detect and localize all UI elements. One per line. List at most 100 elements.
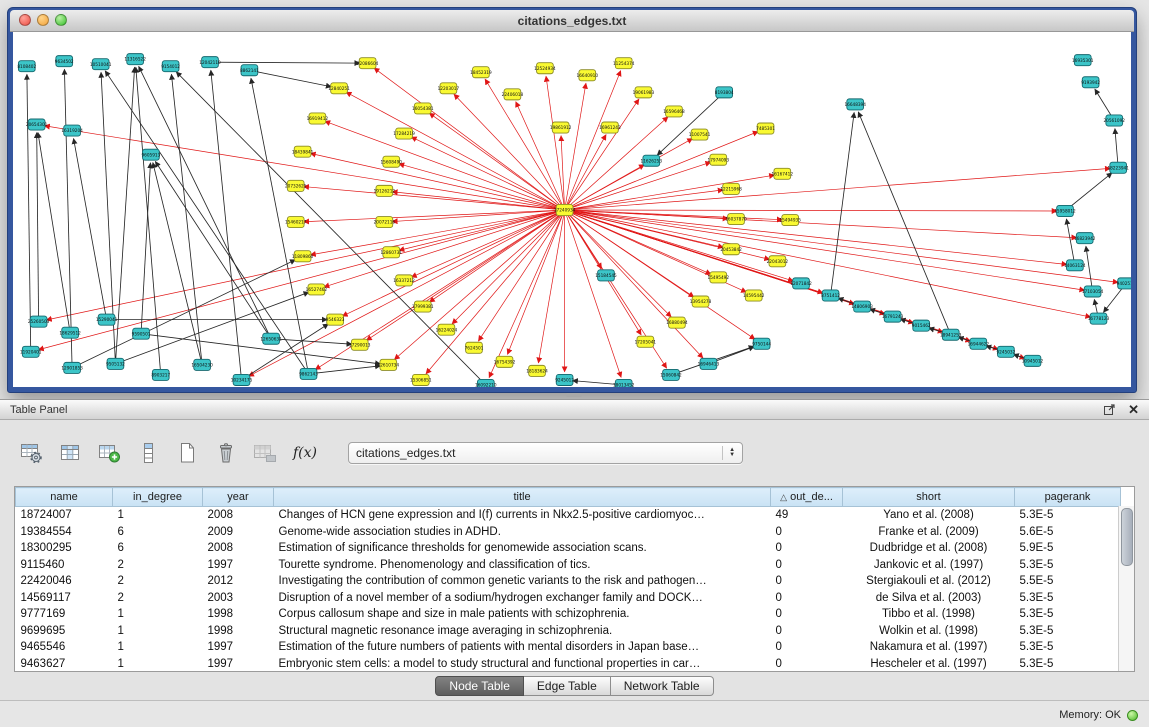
column-header-pagerank[interactable]: pagerank xyxy=(1015,488,1121,507)
memory-status: Memory: OK xyxy=(1059,709,1138,721)
svg-text:17999381: 17999381 xyxy=(412,304,434,310)
svg-text:7485301: 7485301 xyxy=(756,126,775,132)
svg-text:17103054: 17103054 xyxy=(1082,289,1104,295)
zoom-window-icon[interactable] xyxy=(55,14,67,26)
network-view-window[interactable]: citations_edges.txt 81084029634502105100… xyxy=(7,7,1137,393)
svg-text:8903217: 8903217 xyxy=(151,372,170,378)
row-height-icon[interactable] xyxy=(135,441,161,465)
cell-title: Estimation of the future numbers of pati… xyxy=(274,639,771,656)
node-table[interactable]: namein_degreeyeartitle△ out_de...shortpa… xyxy=(15,487,1121,672)
cell-title: Corpus callosum shape and size in male p… xyxy=(274,606,771,623)
cell-year: 1997 xyxy=(203,639,274,656)
svg-text:18439841: 18439841 xyxy=(292,149,314,155)
window-titlebar[interactable]: citations_edges.txt xyxy=(10,10,1134,32)
column-header-out_degree[interactable]: △ out_de... xyxy=(771,488,843,507)
cell-title: Investigating the contribution of common… xyxy=(274,573,771,590)
memory-ok-icon xyxy=(1127,710,1138,721)
table-row[interactable]: 2242004622012Investigating the contribut… xyxy=(16,573,1121,590)
cell-in_degree: 1 xyxy=(113,606,203,623)
table-panel: Table Panel ✕ xyxy=(0,399,1149,701)
cell-year: 1998 xyxy=(203,606,274,623)
cell-in_degree: 6 xyxy=(113,524,203,541)
cell-short: Wolkin et al. (1998) xyxy=(843,623,1015,640)
svg-text:11254374: 11254374 xyxy=(613,61,635,67)
svg-text:20654301: 20654301 xyxy=(26,122,48,128)
function-builder-icon[interactable]: f(x) xyxy=(291,445,319,461)
svg-text:16224024: 16224024 xyxy=(436,327,458,333)
table-row[interactable]: 1456911722003Disruption of a novel membe… xyxy=(16,590,1121,607)
column-header-short[interactable]: short xyxy=(843,488,1015,507)
svg-text:25260503: 25260503 xyxy=(28,319,50,325)
column-header-title[interactable]: title xyxy=(274,488,771,507)
svg-text:9862143: 9862143 xyxy=(299,371,318,377)
tab-edge-table[interactable]: Edge Table xyxy=(524,676,611,696)
cell-short: Nakamura et al. (1997) xyxy=(843,639,1015,656)
svg-text:18452319: 18452319 xyxy=(470,70,492,76)
cell-name: 14569117 xyxy=(16,590,113,607)
cell-out_degree: 49 xyxy=(771,507,843,524)
svg-text:20732625: 20732625 xyxy=(285,183,307,189)
svg-text:11316522: 11316522 xyxy=(124,57,146,63)
svg-text:15060842: 15060842 xyxy=(660,372,682,378)
cell-out_degree: 0 xyxy=(771,573,843,590)
traffic-lights xyxy=(19,14,67,26)
svg-text:17284219: 17284219 xyxy=(393,131,415,137)
cell-out_degree: 0 xyxy=(771,524,843,541)
tab-network-table[interactable]: Network Table xyxy=(611,676,714,696)
network-canvas[interactable]: 8108402963450210510041113165229154012120… xyxy=(13,32,1131,387)
svg-text:12524934: 12524934 xyxy=(534,66,556,72)
close-window-icon[interactable] xyxy=(19,14,31,26)
trash-icon[interactable] xyxy=(213,441,239,465)
cell-year: 2008 xyxy=(203,507,274,524)
svg-text:20453842: 20453842 xyxy=(720,247,742,253)
table-row[interactable]: 977716911998Corpus callosum shape and si… xyxy=(16,606,1121,623)
select-columns-icon[interactable] xyxy=(57,441,83,465)
column-header-name[interactable]: name xyxy=(16,488,113,507)
table-panel-header: Table Panel ✕ xyxy=(0,400,1149,420)
svg-text:15290041: 15290041 xyxy=(96,317,118,323)
column-settings-icon[interactable] xyxy=(18,441,44,465)
cell-in_degree: 2 xyxy=(113,573,203,590)
import-table-icon[interactable] xyxy=(252,441,278,465)
table-row[interactable]: 1830029562008Estimation of significance … xyxy=(16,540,1121,557)
svg-text:16596468: 16596468 xyxy=(663,109,685,115)
column-header-year[interactable]: year xyxy=(203,488,274,507)
table-row[interactable]: 946362711997Embryonic stem cells: a mode… xyxy=(16,656,1121,673)
table-row[interactable]: 1872400712008Changes of HCN gene express… xyxy=(16,507,1121,524)
svg-text:8193804: 8193804 xyxy=(715,90,734,96)
svg-text:16778123: 16778123 xyxy=(1088,316,1110,322)
panel-resize-grip[interactable] xyxy=(566,393,582,397)
cell-in_degree: 1 xyxy=(113,507,203,524)
vertical-scrollbar[interactable] xyxy=(1118,506,1134,671)
table-row[interactable]: 911546021997Tourette syndrome. Phenomeno… xyxy=(16,557,1121,574)
svg-text:20072116: 20072116 xyxy=(374,220,396,226)
cell-name: 9699695 xyxy=(16,623,113,640)
minimize-window-icon[interactable] xyxy=(37,14,49,26)
svg-text:15958012: 15958012 xyxy=(1054,209,1076,215)
column-header-in_degree[interactable]: in_degree xyxy=(113,488,203,507)
table-row[interactable]: 1938455462009Genome-wide association stu… xyxy=(16,524,1121,541)
table-row[interactable]: 969969511998Structural magnetic resonanc… xyxy=(16,623,1121,640)
scrollbar-thumb[interactable] xyxy=(1121,508,1133,566)
svg-text:16648394: 16648394 xyxy=(844,102,866,108)
network-canvas-svg: 8108402963450210510041113165229154012120… xyxy=(13,32,1131,387)
cell-short: Jankovic et al. (1997) xyxy=(843,557,1015,574)
float-panel-icon[interactable] xyxy=(1103,403,1116,416)
network-select[interactable]: citations_edges.txt ▲▼ xyxy=(348,442,743,464)
table-row[interactable]: 946554611997Estimation of the future num… xyxy=(16,639,1121,656)
svg-text:13954278: 13954278 xyxy=(690,299,712,305)
close-panel-icon[interactable]: ✕ xyxy=(1128,403,1139,416)
cell-out_degree: 0 xyxy=(771,557,843,574)
svg-text:16037870: 16037870 xyxy=(725,217,747,223)
svg-text:12215968: 12215968 xyxy=(720,186,742,192)
tab-node-table[interactable]: Node Table xyxy=(435,676,524,696)
svg-text:16754392: 16754392 xyxy=(494,359,516,365)
svg-text:12203017: 12203017 xyxy=(438,86,460,92)
svg-text:18941253: 18941253 xyxy=(940,332,962,338)
new-column-icon[interactable] xyxy=(96,441,122,465)
cell-pagerank: 5.3E-5 xyxy=(1015,623,1121,640)
cell-title: Disruption of a novel member of a sodium… xyxy=(274,590,771,607)
new-document-icon[interactable] xyxy=(174,441,200,465)
svg-text:15184545: 15184545 xyxy=(595,273,617,279)
cell-year: 1997 xyxy=(203,557,274,574)
